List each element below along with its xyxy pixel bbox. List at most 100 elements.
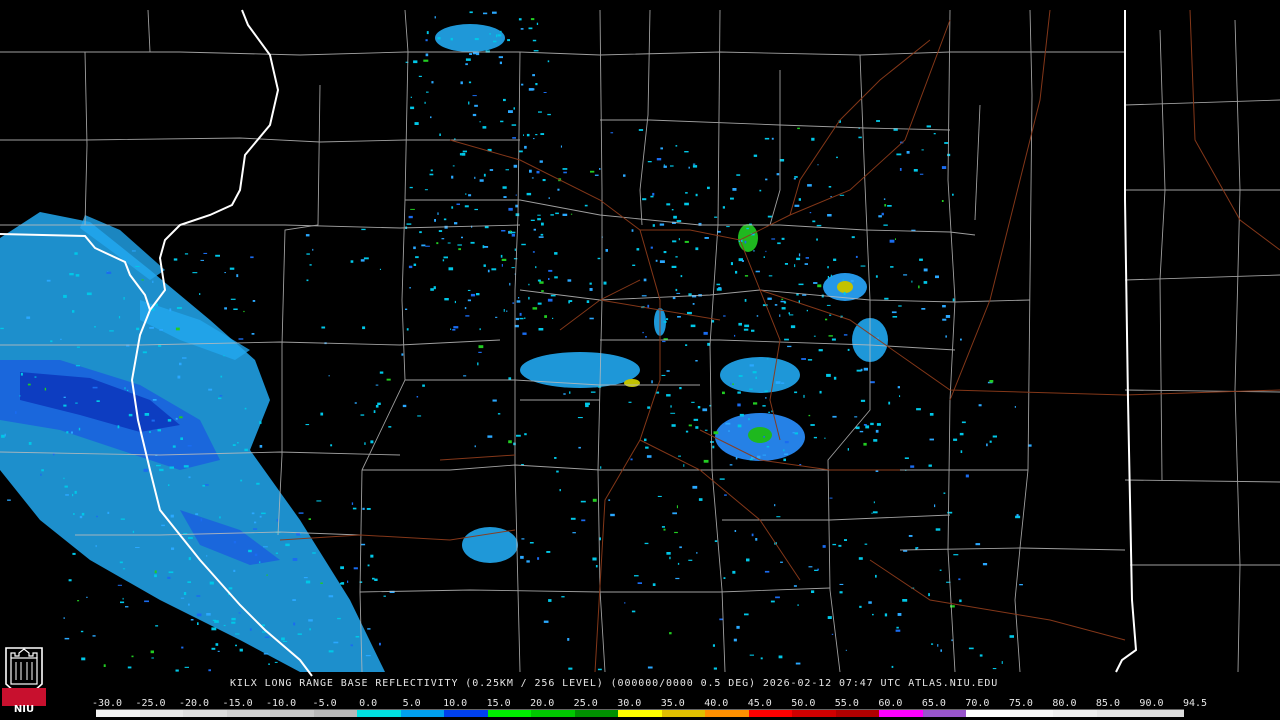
echo-speckle <box>817 164 819 166</box>
echo-speckle <box>647 161 652 163</box>
colorbar-segment <box>835 710 880 717</box>
echo-speckle <box>367 564 370 567</box>
echo-speckle <box>526 192 532 196</box>
echo-speckle <box>732 570 736 574</box>
echo-speckle <box>594 174 599 176</box>
echo-speckle <box>795 662 801 665</box>
echo-speckle <box>543 92 547 93</box>
echo-speckle <box>801 358 806 360</box>
colorbar-tick-label: 50.0 <box>791 698 816 709</box>
echo-speckle <box>515 317 519 321</box>
echo-speckle <box>424 189 428 191</box>
echo-speckle <box>595 565 598 568</box>
echo-speckle <box>952 193 954 196</box>
echo-speckle <box>677 562 680 565</box>
echo-speckle <box>921 308 926 310</box>
echo-speckle <box>784 441 789 444</box>
echo-speckle <box>839 194 845 196</box>
echo-speckle <box>118 316 121 319</box>
echo-speckle <box>539 160 543 163</box>
echo-speckle <box>787 345 792 348</box>
echo-speckle <box>347 580 349 583</box>
echo-speckle <box>175 417 178 420</box>
echo-speckle <box>176 307 182 309</box>
echo-speckle <box>850 279 854 283</box>
echo-speckle <box>766 358 769 360</box>
echo-speckle <box>312 552 316 554</box>
colorbar-tick-label: 25.0 <box>573 698 598 709</box>
echo-speckle <box>913 169 918 172</box>
echo-speckle <box>528 27 533 30</box>
echo-speckle <box>135 547 140 548</box>
echo-speckle <box>406 328 409 331</box>
echo-speckle <box>703 331 708 335</box>
echo-speckle <box>830 274 832 278</box>
echo-speckle <box>476 52 480 56</box>
echo-speckle <box>457 244 462 246</box>
echo-speckle <box>361 228 366 231</box>
echo-speckle <box>224 272 226 274</box>
echo-speckle <box>898 305 902 307</box>
echo-speckle <box>663 528 666 531</box>
echo-speckle <box>529 88 535 91</box>
echo-speckle <box>895 629 901 632</box>
echo-speckle <box>410 106 415 110</box>
echo-speckle <box>423 59 429 62</box>
echo-speckle <box>81 512 85 516</box>
echo-speckle <box>919 258 923 261</box>
echo-speckle <box>762 405 766 407</box>
echo-speckle <box>642 331 644 334</box>
echo-speckle <box>264 636 270 638</box>
colorbar-segment <box>313 710 358 717</box>
echo-speckle <box>812 220 816 223</box>
echo-speckle <box>109 330 114 332</box>
echo-speckle <box>370 554 374 558</box>
echo-speckle <box>847 348 850 351</box>
echo-speckle <box>562 168 568 170</box>
echo-speckle <box>695 193 698 197</box>
echo-speckle <box>744 613 749 616</box>
echo-speckle <box>254 521 257 524</box>
echo-speckle <box>947 511 953 514</box>
echo-speckle <box>884 297 889 300</box>
echo-speckle <box>561 596 565 598</box>
colorbar-segment <box>705 710 749 717</box>
echo-speckle <box>756 315 759 317</box>
echo-speckle <box>661 374 666 376</box>
echo-speckle <box>96 400 100 402</box>
echo-speckle <box>696 552 698 554</box>
echo-speckle <box>410 96 412 98</box>
echo-speckle <box>798 283 804 286</box>
echo-speckle <box>190 619 194 621</box>
echo-speckle <box>459 153 462 156</box>
echo-speckle <box>456 203 460 205</box>
echo-speckle <box>851 236 855 239</box>
echo-speckle <box>204 484 209 486</box>
echo-speckle <box>738 322 742 326</box>
echo-speckle <box>749 364 754 367</box>
echo-speckle <box>454 222 458 225</box>
echo-speckle <box>413 263 417 266</box>
echo-speckle <box>236 274 239 278</box>
echo-speckle <box>631 610 636 613</box>
echo-speckle <box>468 194 472 197</box>
echo-speckle <box>154 570 157 574</box>
echo-speckle <box>631 229 634 232</box>
colorbar-segment <box>1053 710 1097 717</box>
echo-speckle <box>876 423 881 426</box>
echo-speckle <box>651 380 653 384</box>
echo-speckle <box>698 498 703 501</box>
echo-speckle <box>744 275 749 277</box>
echo-speckle <box>771 137 774 140</box>
echo-speckle <box>192 272 198 274</box>
colorbar-segment <box>966 710 1010 717</box>
echo-speckle <box>377 402 381 405</box>
echo-speckle <box>439 133 441 136</box>
echo-speckle <box>541 222 544 226</box>
echo-speckle <box>540 133 545 135</box>
echo-speckle <box>828 186 832 188</box>
echo-speckle <box>884 613 888 617</box>
echo-speckle <box>942 318 947 321</box>
echo-speckle <box>543 620 549 623</box>
echo-speckle <box>832 415 837 418</box>
